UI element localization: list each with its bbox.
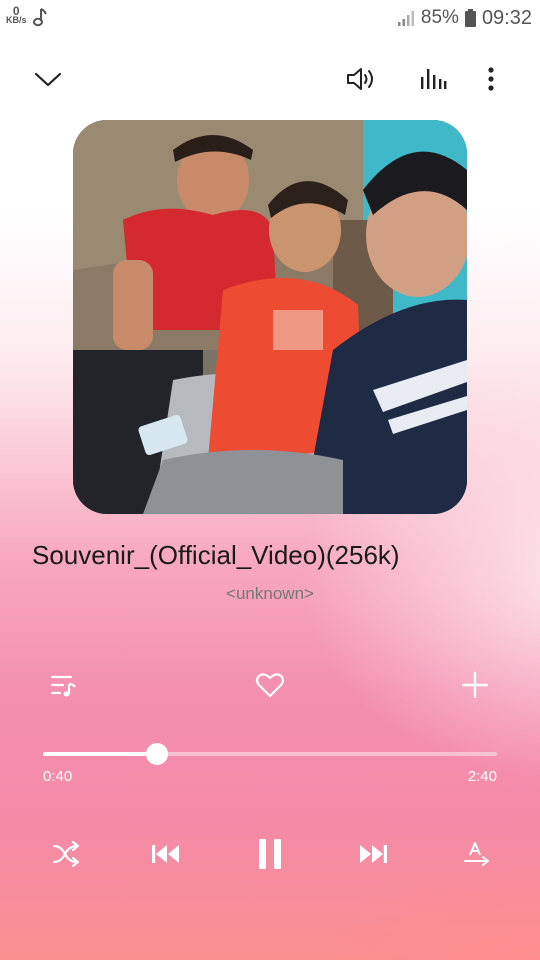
track-title: Souvenir_(Official_Video)(256k) <box>32 540 400 570</box>
signal-icon <box>397 11 414 26</box>
seek-bar-thumb[interactable] <box>145 743 168 765</box>
battery-percent: 85% <box>420 7 459 28</box>
pause-button[interactable] <box>246 830 294 878</box>
status-bar: 0 KB/s 85% 09:32 <box>0 0 540 36</box>
chevron-down-icon <box>34 72 62 87</box>
more-options-button[interactable] <box>470 58 512 100</box>
equalizer-icon <box>421 69 447 89</box>
previous-button[interactable] <box>142 830 190 878</box>
volume-button[interactable] <box>340 58 382 100</box>
album-art-photo <box>73 120 467 514</box>
battery-icon <box>464 9 476 27</box>
total-time: 2:40 <box>467 768 497 785</box>
seek-bar[interactable] <box>43 743 497 765</box>
next-icon <box>360 845 387 863</box>
music-note-icon <box>33 8 47 27</box>
track-title-container: Souvenir_(Official_Video)(256k) <box>0 540 540 576</box>
lyrics-icon <box>464 842 489 866</box>
album-art <box>73 120 467 514</box>
favorite-button[interactable] <box>248 663 292 707</box>
heart-icon <box>255 673 285 698</box>
playlist-button[interactable] <box>42 663 86 707</box>
pause-icon <box>259 839 281 869</box>
playlist-icon <box>50 675 76 697</box>
next-button[interactable] <box>349 830 397 878</box>
more-vert-icon <box>488 67 494 91</box>
lyrics-button[interactable] <box>453 830 501 878</box>
previous-icon <box>152 845 179 863</box>
track-artist[interactable]: <unknown> <box>0 584 540 604</box>
shuffle-icon <box>52 841 80 867</box>
add-to-playlist-button[interactable] <box>453 663 497 707</box>
collapse-button[interactable] <box>27 58 69 100</box>
clock: 09:32 <box>481 6 532 29</box>
elapsed-time: 0:40 <box>43 768 73 785</box>
shuffle-button[interactable] <box>42 830 90 878</box>
plus-icon <box>461 671 489 699</box>
equalizer-button[interactable] <box>412 58 454 100</box>
network-speed: 0 KB/s <box>6 5 27 25</box>
seek-bar-progress <box>43 752 157 756</box>
network-speed-unit: KB/s <box>6 15 27 25</box>
volume-icon <box>347 68 373 90</box>
